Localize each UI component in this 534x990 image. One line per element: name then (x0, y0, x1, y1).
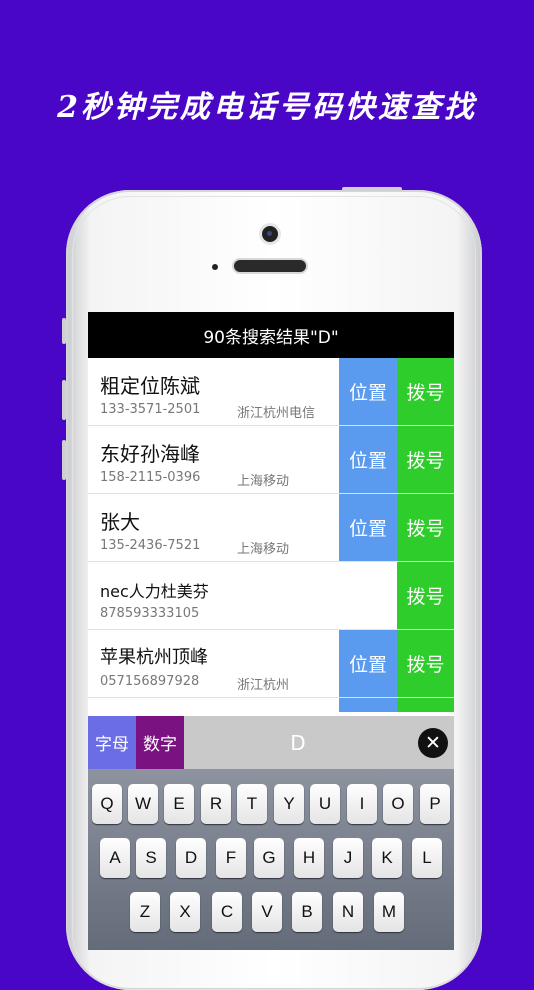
keyboard: Q W E R T Y U I O P A S D F G H J K L Z … (88, 769, 454, 950)
contact-location: 上海移动 (237, 474, 290, 489)
position-button[interactable]: 位置 (339, 426, 397, 493)
list-item[interactable]: nec人力杜美芬 878593333105 拨号 (88, 562, 454, 630)
key-g[interactable]: G (254, 838, 284, 878)
list-item-partial[interactable] (88, 698, 454, 712)
key-m[interactable]: M (374, 892, 404, 932)
key-t[interactable]: T (237, 784, 267, 824)
dial-button[interactable]: 拨号 (397, 630, 454, 697)
dial-button[interactable]: 拨号 (397, 494, 454, 561)
headline: 2秒钟完成电话号码快速查找 (57, 90, 477, 125)
key-x[interactable]: X (170, 892, 200, 932)
search-query-field[interactable]: D (184, 716, 412, 769)
dial-button[interactable]: 拨号 (397, 358, 454, 425)
list-item[interactable]: 张大 135-2436-7521 上海移动 位置 拨号 (88, 494, 454, 562)
search-input-bar: 字母 数字 D ✕ (88, 716, 454, 769)
power-button (342, 187, 402, 191)
position-button[interactable]: 位置 (339, 358, 397, 425)
contact-phone: 135-2436-7521 (100, 538, 201, 553)
key-k[interactable]: K (372, 838, 402, 878)
contact-name: nec人力杜美芬 (100, 582, 209, 601)
proximity-sensor (212, 264, 218, 270)
contact-name: 东好孙海峰 (100, 442, 200, 466)
key-p[interactable]: P (420, 784, 450, 824)
contact-location: 上海移动 (237, 542, 290, 557)
key-h[interactable]: H (294, 838, 324, 878)
contact-phone: 158-2115-0396 (100, 470, 201, 485)
list-item[interactable]: 东好孙海峰 158-2115-0396 上海移动 位置 拨号 (88, 426, 454, 494)
key-z[interactable]: Z (130, 892, 160, 932)
navbar: 90条搜索结果"D" (88, 312, 454, 358)
key-u[interactable]: U (310, 784, 340, 824)
contact-name: 张大 (100, 510, 140, 534)
contact-location: 浙江杭州 (237, 678, 290, 693)
mute-switch (62, 318, 66, 344)
key-a[interactable]: A (100, 838, 130, 878)
navbar-title: 90条搜索结果"D" (203, 327, 339, 348)
list-item[interactable]: 粗定位陈斌 133-3571-2501 浙江杭州电信 位置 拨号 (88, 358, 454, 426)
position-button[interactable]: 位置 (339, 494, 397, 561)
key-c[interactable]: C (212, 892, 242, 932)
list-item[interactable]: 苹果杭州顶峰 057156897928 浙江杭州 位置 拨号 (88, 630, 454, 698)
numbers-mode-tab[interactable]: 数字 (136, 716, 184, 769)
key-y[interactable]: Y (274, 784, 304, 824)
contact-phone: 878593333105 (100, 606, 200, 621)
letters-mode-tab[interactable]: 字母 (88, 716, 136, 769)
key-r[interactable]: R (201, 784, 231, 824)
dial-button[interactable]: 拨号 (397, 562, 454, 629)
volume-down-button (62, 440, 66, 480)
key-w[interactable]: W (128, 784, 158, 824)
search-results-list[interactable]: 粗定位陈斌 133-3571-2501 浙江杭州电信 位置 拨号 东好孙海峰 1… (88, 358, 454, 712)
key-o[interactable]: O (383, 784, 413, 824)
key-i[interactable]: I (347, 784, 377, 824)
key-n[interactable]: N (333, 892, 363, 932)
key-j[interactable]: J (333, 838, 363, 878)
dial-button[interactable]: 拨号 (397, 426, 454, 493)
key-l[interactable]: L (412, 838, 442, 878)
key-e[interactable]: E (164, 784, 194, 824)
key-q[interactable]: Q (92, 784, 122, 824)
contact-phone: 133-3571-2501 (100, 402, 201, 417)
key-v[interactable]: V (252, 892, 282, 932)
position-button-partial[interactable] (339, 698, 397, 712)
contact-location: 浙江杭州电信 (237, 406, 316, 421)
volume-up-button (62, 380, 66, 420)
front-camera-icon (262, 226, 278, 242)
position-button[interactable]: 位置 (339, 630, 397, 697)
contact-name: 苹果杭州顶峰 (100, 647, 208, 668)
key-b[interactable]: B (292, 892, 322, 932)
dial-button-partial[interactable] (397, 698, 454, 712)
clear-icon[interactable]: ✕ (418, 728, 448, 758)
app-screen: 90条搜索结果"D" 粗定位陈斌 133-3571-2501 浙江杭州电信 位置… (88, 312, 454, 950)
earpiece-speaker (234, 260, 306, 272)
contact-name: 粗定位陈斌 (100, 374, 200, 398)
contact-phone: 057156897928 (100, 674, 200, 689)
key-s[interactable]: S (136, 838, 166, 878)
key-f[interactable]: F (216, 838, 246, 878)
key-d[interactable]: D (176, 838, 206, 878)
